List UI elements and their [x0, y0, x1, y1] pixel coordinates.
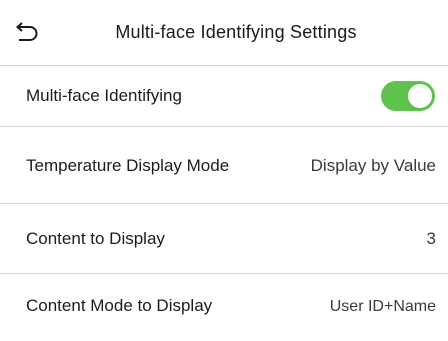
- setting-label: Multi-face Identifying: [26, 86, 182, 105]
- setting-value: 3: [426, 229, 436, 248]
- setting-value: User ID+Name: [329, 298, 436, 315]
- setting-label: Content to Display: [26, 229, 165, 248]
- setting-label: Content Mode to Display: [26, 296, 213, 315]
- setting-value: Display by Value: [310, 156, 436, 175]
- multi-face-toggle[interactable]: [381, 81, 435, 111]
- toggle-knob: [408, 84, 432, 108]
- page-title: Multi-face Identifying Settings: [115, 22, 357, 42]
- setting-label: Temperature Display Mode: [26, 156, 230, 175]
- setting-row-content-to-display[interactable]: Content to Display 3: [0, 204, 448, 274]
- settings-screen: Multi-face Identifying Settings Multi-fa…: [0, 0, 448, 341]
- setting-row-multi-face-identifying[interactable]: Multi-face Identifying: [0, 66, 448, 127]
- setting-row-temperature-display-mode[interactable]: Temperature Display Mode Display by Valu…: [0, 127, 448, 204]
- setting-row-content-mode-to-display[interactable]: Content Mode to Display User ID+Name: [0, 274, 448, 341]
- header-bar: Multi-face Identifying Settings: [0, 0, 448, 66]
